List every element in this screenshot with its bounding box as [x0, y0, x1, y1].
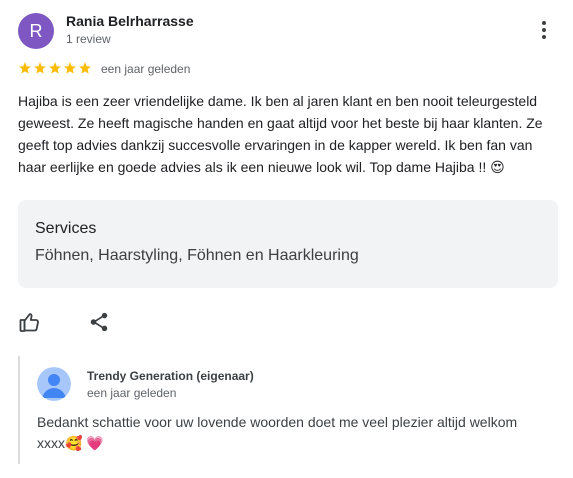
owner-name: Trendy Generation (eigenaar): [87, 369, 254, 383]
services-value: Föhnen, Haarstyling, Föhnen en Haarkleur…: [35, 247, 359, 264]
avatar[interactable]: R: [18, 13, 54, 49]
owner-reply-date: een jaar geleden: [87, 386, 177, 400]
share-button[interactable]: [88, 311, 110, 333]
owner-reply-text: Bedankt schattie voor uw lovende woorden…: [37, 414, 518, 451]
services-card: Services Föhnen, Haarstyling, Föhnen en …: [18, 200, 558, 288]
owner-avatar: [37, 367, 71, 401]
star-icon: [19, 62, 31, 74]
star-icon: [79, 62, 91, 74]
star-icon: [34, 62, 46, 74]
reviewer-review-count: 1 review: [66, 32, 111, 46]
thumbs-up-icon: [19, 313, 39, 332]
share-icon: [90, 312, 108, 332]
more-options-button[interactable]: [532, 18, 556, 42]
like-button[interactable]: [18, 310, 42, 334]
more-vertical-icon: [542, 21, 546, 39]
services-title: Services: [35, 220, 97, 237]
star-icon: [64, 62, 76, 74]
person-icon: [37, 367, 71, 401]
star-icon: [49, 62, 61, 74]
owner-reply: Trendy Generation (eigenaar) een jaar ge…: [18, 356, 560, 464]
review-date: een jaar geleden: [101, 62, 191, 76]
star-rating: [18, 61, 92, 75]
reviewer-name[interactable]: Rania Belrharrasse: [66, 13, 194, 29]
review-text: Hajiba is een zeer vriendelijke dame. Ik…: [18, 93, 543, 175]
